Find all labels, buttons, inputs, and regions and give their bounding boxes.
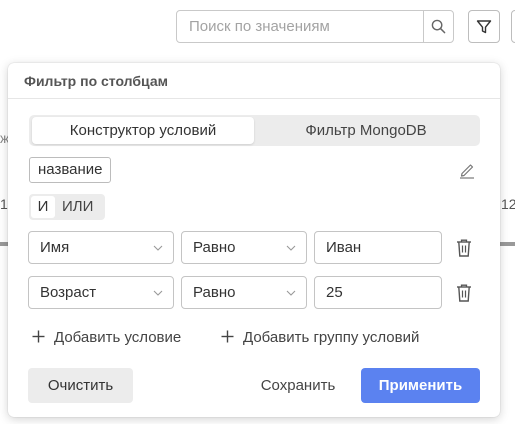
search-button[interactable] (423, 10, 454, 43)
clear-button[interactable]: Очистить (28, 368, 133, 403)
add-condition-group-button[interactable]: Добавить группу условий (221, 328, 419, 348)
filter-name-field[interactable]: название (29, 157, 112, 183)
apply-button[interactable]: Применить (361, 368, 480, 403)
search-icon (431, 19, 446, 34)
logic-operator-toggle: И ИЛИ (29, 194, 105, 220)
filter-mode-tabs: Конструктор условий Фильтр MongoDB (29, 115, 480, 146)
background-scrollbar (500, 242, 515, 246)
add-group-label: Добавить группу условий (243, 329, 420, 346)
condition-operator-select[interactable]: Равно (181, 231, 307, 264)
search-input[interactable]: Поиск по значениям (176, 10, 424, 43)
add-condition-button[interactable]: Добавить условие (32, 328, 181, 348)
condition-value-input[interactable]: Иван (314, 231, 442, 264)
tab-mongodb-filter[interactable]: Фильтр MongoDB (255, 117, 477, 144)
background-scrollbar (0, 242, 8, 246)
condition-value-input[interactable]: 25 (314, 276, 442, 309)
condition-field-select[interactable]: Возраст (28, 276, 174, 309)
tab-condition-builder[interactable]: Конструктор условий (32, 117, 254, 144)
save-button[interactable]: Сохранить (252, 368, 344, 403)
divider (8, 98, 500, 99)
trash-icon[interactable] (455, 238, 473, 258)
select-value: Возраст (40, 284, 97, 301)
filter-button[interactable] (468, 10, 500, 43)
select-value: Равно (193, 239, 236, 256)
add-condition-label: Добавить условие (54, 329, 182, 346)
select-value: Имя (40, 239, 70, 256)
condition-operator-select[interactable]: Равно (181, 276, 307, 309)
select-value: Равно (193, 284, 236, 301)
chevron-down-icon (153, 245, 163, 251)
background-text-fragment: 12 (501, 196, 515, 212)
logic-or-option[interactable]: ИЛИ (62, 196, 93, 218)
chevron-down-icon (153, 290, 163, 296)
filter-icon (476, 19, 492, 33)
popover-title: Фильтр по столбцам (24, 73, 168, 89)
column-filter-popover: Фильтр по столбцам Конструктор условий Ф… (8, 63, 500, 417)
plus-icon (221, 330, 234, 343)
logic-and-option[interactable]: И (31, 196, 55, 218)
trash-icon[interactable] (455, 283, 473, 303)
condition-field-select[interactable]: Имя (28, 231, 174, 264)
pencil-icon[interactable] (458, 161, 476, 179)
chevron-down-icon (286, 290, 296, 296)
toolbar-button-partial[interactable] (511, 10, 515, 43)
chevron-down-icon (286, 245, 296, 251)
plus-icon (32, 330, 45, 343)
